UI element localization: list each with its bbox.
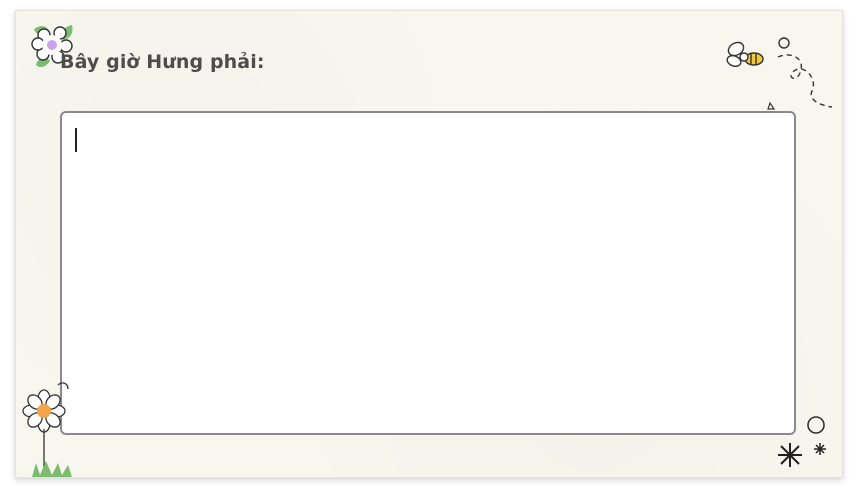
question-prompt: Bây giờ Hưng phải: xyxy=(60,51,265,73)
question-card: Bây giờ Hưng phải: xyxy=(15,10,843,478)
text-caret xyxy=(75,128,77,152)
sparkle-icon xyxy=(778,416,826,467)
daisy-icon xyxy=(22,382,72,477)
bee-icon xyxy=(726,37,833,110)
answer-input[interactable] xyxy=(60,111,796,435)
